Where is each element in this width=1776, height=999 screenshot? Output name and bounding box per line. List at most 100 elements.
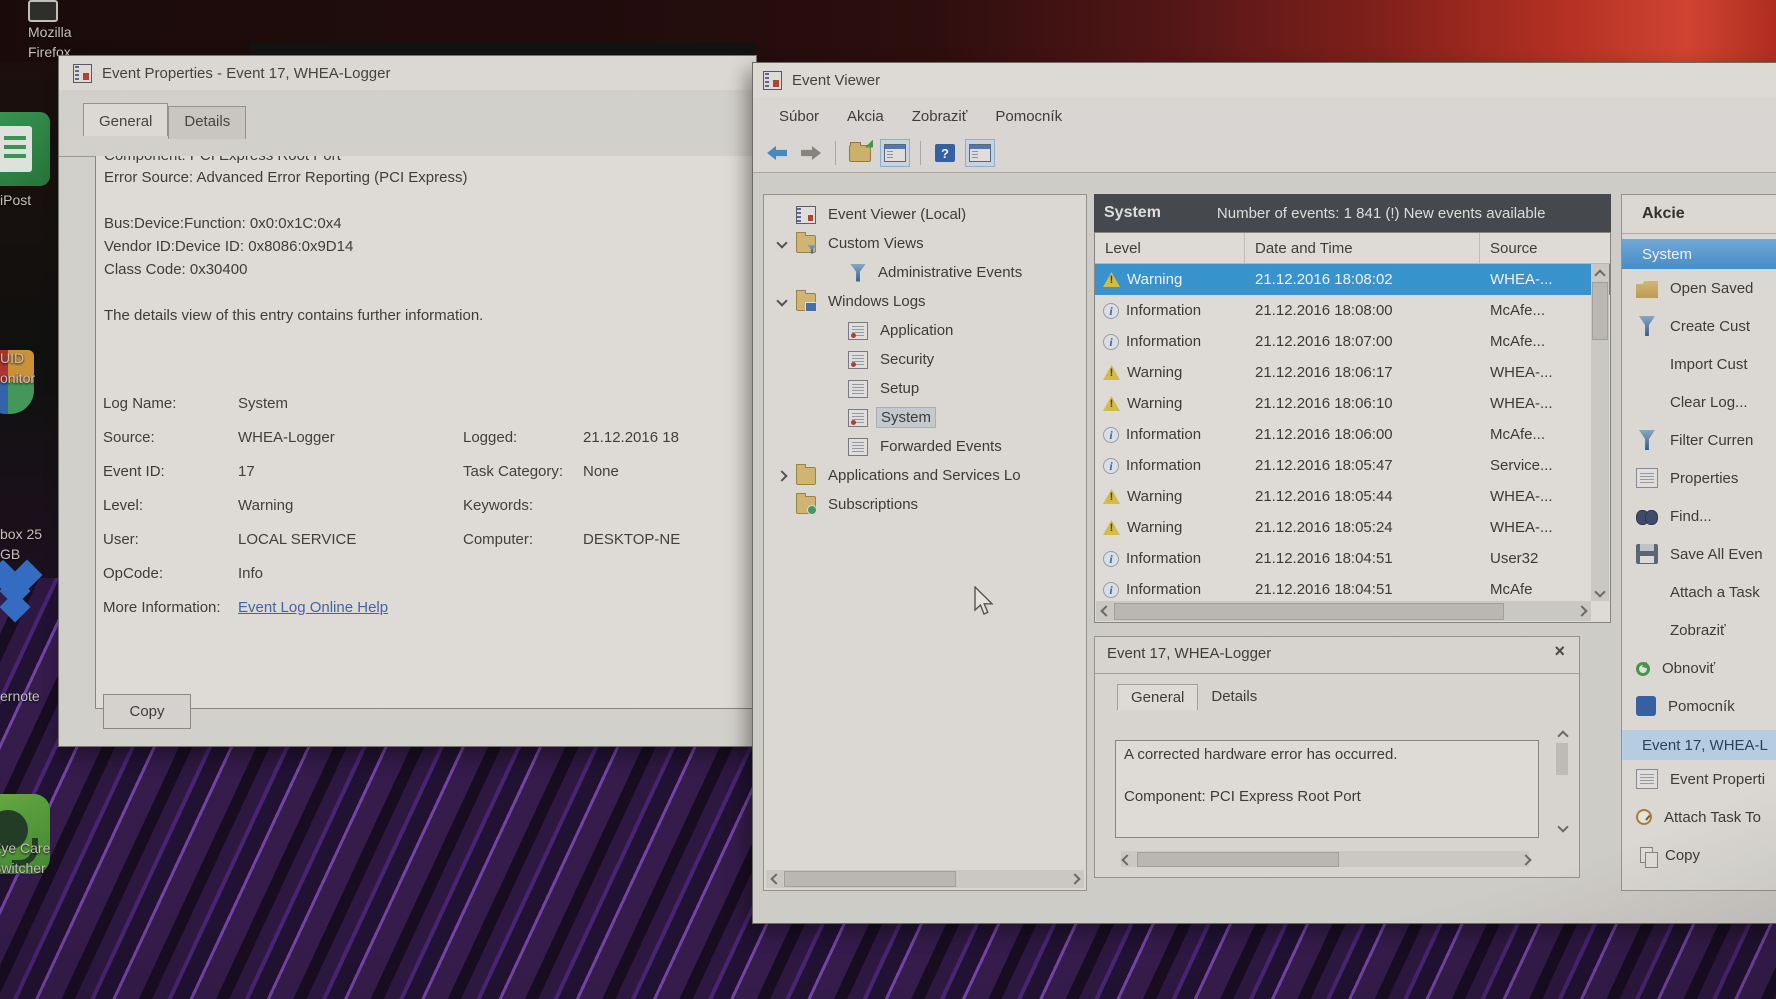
action-item[interactable]: Attach Task To	[1622, 798, 1776, 836]
event-row[interactable]: Information 21.12.2016 18:07:00 McAfe...	[1095, 326, 1610, 357]
scroll-right-arrow[interactable]	[1518, 851, 1535, 868]
menu-item[interactable]: Súbor	[765, 108, 833, 125]
scrollbar-thumb[interactable]	[784, 871, 956, 887]
tree-item[interactable]: Security	[764, 345, 1086, 374]
tree-item[interactable]: Windows Logs	[764, 287, 1086, 316]
tree-item-label: Forwarded Events	[876, 437, 1006, 456]
action-item[interactable]: Find...	[1622, 497, 1776, 535]
scrollbar-thumb[interactable]	[1592, 282, 1608, 340]
scroll-left-arrow[interactable]	[1096, 602, 1113, 619]
action-item[interactable]: Copy	[1622, 836, 1776, 874]
menu-item[interactable]: Pomocník	[981, 108, 1076, 125]
scroll-down-arrow[interactable]	[1558, 819, 1567, 837]
event-properties-dialog: Event Properties - Event 17, WHEA-Logger…	[58, 55, 757, 747]
scrollbar-thumb[interactable]	[1556, 743, 1568, 775]
action-item[interactable]: Create Cust	[1622, 307, 1776, 345]
detail-tab-general[interactable]: General	[1117, 684, 1198, 710]
scroll-right-arrow[interactable]	[1574, 602, 1591, 619]
event-log-online-help-link[interactable]: Event Log Online Help	[238, 599, 388, 616]
event-row[interactable]: Warning 21.12.2016 18:05:24 WHEA-...	[1095, 512, 1610, 543]
action-item[interactable]: Clear Log...	[1622, 383, 1776, 421]
help-button[interactable]: ?	[931, 140, 959, 166]
tree-item[interactable]: Custom Views	[764, 229, 1086, 258]
action-item[interactable]: Event Properti	[1622, 760, 1776, 798]
scroll-up-arrow[interactable]	[1591, 264, 1608, 281]
column-header-source[interactable]: Source	[1480, 233, 1610, 263]
event-row[interactable]: Information 21.12.2016 18:05:47 Service.…	[1095, 450, 1610, 481]
tree-item[interactable]: System	[764, 403, 1086, 432]
actions-section-system[interactable]: System	[1622, 239, 1776, 269]
event-row[interactable]: Warning 21.12.2016 18:06:17 WHEA-...	[1095, 357, 1610, 388]
menu-item[interactable]: Akcia	[833, 108, 898, 125]
event-row[interactable]: Warning 21.12.2016 18:06:10 WHEA-...	[1095, 388, 1610, 419]
tree-chevron-icon[interactable]	[822, 408, 848, 428]
back-button[interactable]	[763, 140, 791, 166]
tree-item[interactable]: Forwarded Events	[764, 432, 1086, 461]
copy-button[interactable]: Copy	[103, 694, 191, 729]
tree-chevron-icon[interactable]	[822, 437, 848, 457]
actions-section-event[interactable]: Event 17, WHEA-L	[1622, 730, 1776, 760]
tree-chevron-icon[interactable]	[770, 466, 796, 486]
event-viewer-titlebar[interactable]: Event Viewer	[753, 63, 1776, 98]
tree-item[interactable]: Application	[764, 316, 1086, 345]
tree-item[interactable]: Setup	[764, 374, 1086, 403]
event-row[interactable]: Information 21.12.2016 18:08:00 McAfe...	[1095, 295, 1610, 326]
tree-item[interactable]: Subscriptions	[764, 490, 1086, 519]
field-label-right: Logged:	[463, 429, 583, 446]
tab-general[interactable]: General	[83, 103, 168, 136]
detail-tab-details[interactable]: Details	[1198, 684, 1270, 710]
column-header-level[interactable]: Level	[1095, 233, 1245, 263]
menu-item[interactable]: Zobraziť	[898, 108, 982, 125]
detail-horizontal-scrollbar[interactable]	[1121, 851, 1529, 867]
dropbox-icon[interactable]	[0, 562, 46, 618]
scroll-up-arrow[interactable]	[1558, 725, 1567, 743]
close-icon[interactable]: ×	[1554, 641, 1565, 662]
console-tree-button[interactable]	[880, 139, 910, 167]
tree-chevron-icon[interactable]	[770, 495, 796, 515]
tree-chevron-icon[interactable]	[770, 292, 796, 312]
tree-item[interactable]: Administrative Events	[764, 258, 1086, 287]
event-row[interactable]: Warning 21.12.2016 18:08:02 WHEA-...	[1095, 264, 1610, 295]
action-pane-button[interactable]	[965, 139, 995, 167]
event-row[interactable]: Information 21.12.2016 18:04:51 User32	[1095, 543, 1610, 574]
tree-node-icon	[848, 351, 868, 369]
detail-line: A corrected hardware error has occurred.	[1124, 746, 1530, 763]
list-vertical-scrollbar[interactable]	[1591, 264, 1609, 601]
scroll-down-arrow[interactable]	[1591, 584, 1608, 601]
tree-chevron-icon[interactable]	[770, 205, 796, 225]
action-item[interactable]: Pomocník	[1622, 687, 1776, 725]
action-item[interactable]: Save All Even	[1622, 535, 1776, 573]
column-header-date[interactable]: Date and Time	[1245, 233, 1480, 263]
scroll-left-arrow[interactable]	[1117, 851, 1134, 868]
forward-button[interactable]	[797, 140, 825, 166]
action-item[interactable]: Filter Curren	[1622, 421, 1776, 459]
tree-chevron-icon[interactable]	[822, 350, 848, 370]
open-saved-log-button[interactable]	[846, 140, 874, 166]
scrollbar-thumb[interactable]	[1137, 852, 1339, 867]
tree-horizontal-scrollbar[interactable]	[766, 870, 1084, 888]
tab-details[interactable]: Details	[168, 106, 246, 139]
scroll-left-arrow[interactable]	[766, 870, 783, 887]
action-item[interactable]: Obnoviť	[1622, 649, 1776, 687]
action-item[interactable]: Import Cust	[1622, 345, 1776, 383]
event-datetime: 21.12.2016 18:05:24	[1245, 519, 1480, 536]
action-item[interactable]: Attach a Task	[1622, 573, 1776, 611]
tree-chevron-icon[interactable]	[822, 379, 848, 399]
tree-item[interactable]: Event Viewer (Local)	[764, 200, 1086, 229]
action-item[interactable]: Open Saved	[1622, 269, 1776, 307]
ipost-icon[interactable]	[0, 112, 50, 186]
event-row[interactable]: Information 21.12.2016 18:06:00 McAfe...	[1095, 419, 1610, 450]
list-horizontal-scrollbar[interactable]	[1096, 601, 1591, 621]
tree-chevron-icon[interactable]	[822, 321, 848, 341]
action-item[interactable]: Properties	[1622, 459, 1776, 497]
action-item[interactable]: Zobraziť	[1622, 611, 1776, 649]
tree-item[interactable]: Applications and Services Lo	[764, 461, 1086, 490]
tree-chevron-icon[interactable]	[770, 234, 796, 254]
scrollbar-thumb[interactable]	[1114, 603, 1504, 620]
event-row[interactable]: Warning 21.12.2016 18:05:44 WHEA-...	[1095, 481, 1610, 512]
mozilla-firefox-icon[interactable]	[28, 0, 58, 22]
scroll-right-arrow[interactable]	[1067, 870, 1084, 887]
dialog-titlebar[interactable]: Event Properties - Event 17, WHEA-Logger	[59, 56, 756, 90]
tree-chevron-icon[interactable]	[822, 263, 848, 283]
action-label: Attach a Task	[1670, 584, 1760, 601]
